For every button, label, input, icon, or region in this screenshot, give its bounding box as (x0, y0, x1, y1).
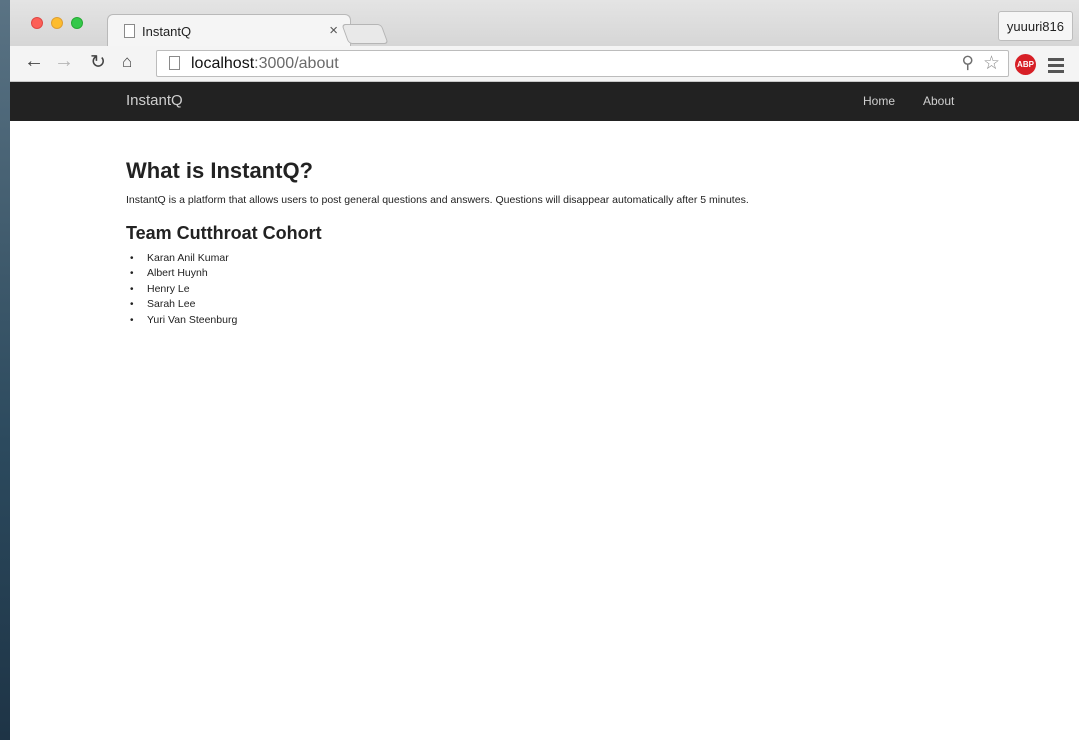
browser-window: InstantQ × yuuuri816 ← → ↻ ⌂ localhost:3… (10, 0, 1079, 740)
list-item: Karan Anil Kumar (126, 251, 237, 267)
window-close-button[interactable] (31, 17, 43, 29)
navbar-brand[interactable]: InstantQ (126, 92, 183, 109)
intro-paragraph: InstantQ is a platform that allows users… (126, 194, 749, 206)
profile-button[interactable]: yuuuri816 (997, 11, 1073, 41)
page-icon (124, 24, 135, 38)
list-item: Henry Le (126, 282, 237, 298)
list-item: Sarah Lee (126, 297, 237, 313)
list-item: Albert Huynh (126, 266, 237, 282)
url-text[interactable]: localhost:3000/about (191, 55, 339, 73)
page-title: What is InstantQ? (126, 158, 313, 183)
site-navbar: InstantQ Home About (10, 82, 1079, 121)
star-icon[interactable]: ☆ (983, 52, 1000, 75)
desktop-background (0, 0, 10, 740)
zoom-icon[interactable]: ⚲ (962, 53, 974, 73)
tab-bar: InstantQ × yuuuri816 (10, 0, 1079, 46)
window-maximize-button[interactable] (71, 17, 83, 29)
forward-arrow-icon[interactable]: → (54, 50, 74, 73)
url-host: localhost (191, 55, 255, 72)
list-item: Yuri Van Steenburg (126, 313, 237, 329)
address-bar[interactable]: localhost:3000/about ⚲ ☆ (156, 50, 1009, 77)
url-path: :3000/about (254, 55, 339, 72)
reload-icon[interactable]: ↻ (90, 51, 106, 74)
menu-icon[interactable] (1048, 58, 1064, 76)
tab-instantq[interactable]: InstantQ × (107, 14, 351, 46)
team-member-list: Karan Anil Kumar Albert Huynh Henry Le S… (126, 251, 237, 328)
window-minimize-button[interactable] (51, 17, 63, 29)
back-arrow-icon[interactable]: ← (24, 50, 44, 73)
close-icon[interactable]: × (329, 22, 338, 39)
nav-link-home[interactable]: Home (863, 94, 895, 108)
new-tab-button[interactable] (341, 24, 389, 44)
adblock-icon[interactable]: ABP (1015, 54, 1036, 75)
home-icon[interactable]: ⌂ (122, 52, 132, 72)
team-heading: Team Cutthroat Cohort (126, 223, 322, 243)
nav-link-about[interactable]: About (923, 94, 954, 108)
page-icon (169, 56, 180, 70)
browser-toolbar: ← → ↻ ⌂ localhost:3000/about ⚲ ☆ ABP (10, 46, 1079, 82)
tab-title: InstantQ (142, 24, 192, 39)
